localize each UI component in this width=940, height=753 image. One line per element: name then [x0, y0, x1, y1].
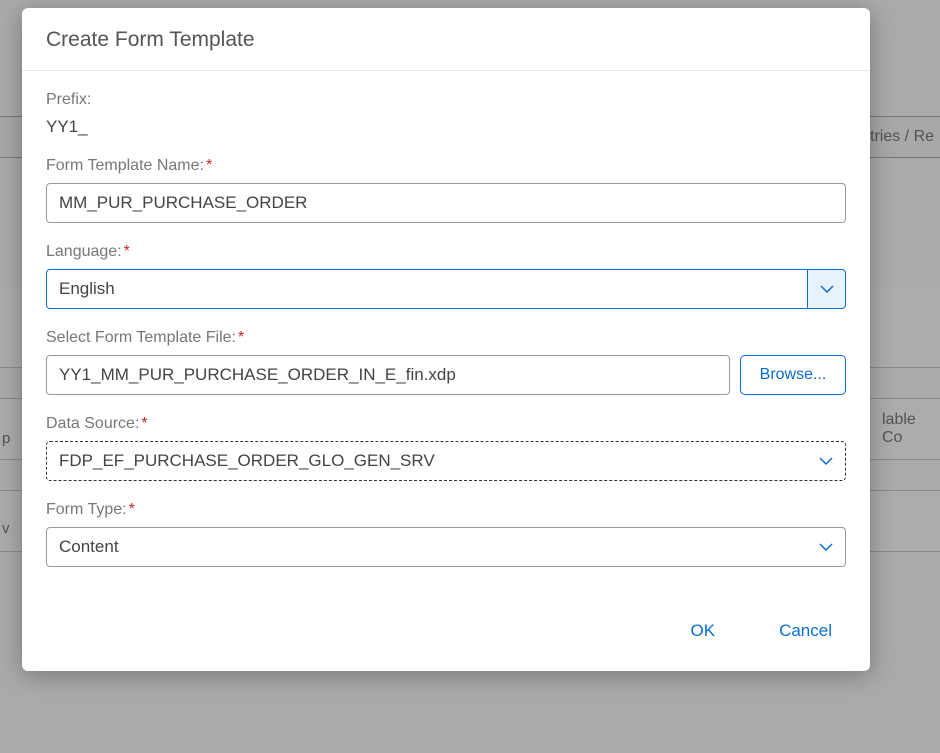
data-source-select-wrapper: FDP_EF_PURCHASE_ORDER_GLO_GEN_SRV [46, 441, 846, 481]
language-select-wrapper: English [46, 269, 846, 309]
ok-button[interactable]: OK [679, 615, 728, 647]
prefix-group: Prefix: YY1_ [46, 91, 846, 137]
language-label: Language:* [46, 243, 846, 261]
data-source-group: Data Source:* FDP_EF_PURCHASE_ORDER_GLO_… [46, 415, 846, 481]
label-text: Form Template Name: [46, 157, 204, 174]
template-file-input[interactable] [46, 355, 730, 395]
language-group: Language:* English [46, 243, 846, 309]
template-file-group: Select Form Template File:* Browse... [46, 329, 846, 395]
dialog-header: Create Form Template [22, 8, 870, 71]
form-type-select-wrapper: Content [46, 527, 846, 567]
required-asterisk: * [124, 243, 130, 260]
browse-button[interactable]: Browse... [740, 355, 846, 395]
form-type-group: Form Type:* Content [46, 501, 846, 567]
data-source-label: Data Source:* [46, 415, 846, 433]
required-asterisk: * [238, 329, 244, 346]
form-type-select[interactable]: Content [46, 527, 846, 567]
required-asterisk: * [206, 157, 212, 174]
template-name-label: Form Template Name:* [46, 157, 846, 175]
prefix-label: Prefix: [46, 91, 846, 109]
cancel-button[interactable]: Cancel [767, 615, 844, 647]
label-text: Form Type: [46, 501, 127, 518]
create-form-template-dialog: Create Form Template Prefix: YY1_ Form T… [22, 8, 870, 671]
dialog-body: Prefix: YY1_ Form Template Name:* Langua… [22, 71, 870, 597]
required-asterisk: * [129, 501, 135, 518]
form-type-label: Form Type:* [46, 501, 846, 519]
prefix-value: YY1_ [46, 117, 846, 137]
file-row: Browse... [46, 355, 846, 395]
dialog-title: Create Form Template [46, 28, 846, 52]
label-text: Data Source: [46, 415, 139, 432]
label-text: Language: [46, 243, 122, 260]
template-name-input[interactable] [46, 183, 846, 223]
required-asterisk: * [141, 415, 147, 432]
template-name-group: Form Template Name:* [46, 157, 846, 223]
data-source-select[interactable]: FDP_EF_PURCHASE_ORDER_GLO_GEN_SRV [46, 441, 846, 481]
label-text: Select Form Template File: [46, 329, 236, 346]
dialog-footer: OK Cancel [22, 597, 870, 671]
language-select[interactable]: English [46, 269, 846, 309]
template-file-label: Select Form Template File:* [46, 329, 846, 347]
